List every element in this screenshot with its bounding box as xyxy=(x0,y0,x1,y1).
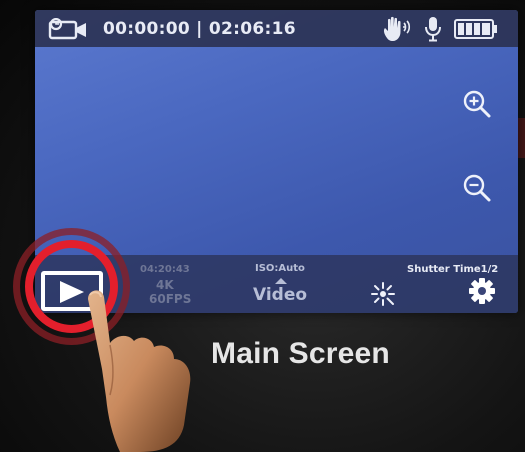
settings-gear-icon[interactable] xyxy=(468,277,496,305)
edge-accent xyxy=(517,118,525,158)
recording-time: 04:20:43 xyxy=(140,264,190,275)
microphone-icon xyxy=(425,17,441,42)
caret-up-icon xyxy=(275,278,287,284)
brightness-icon[interactable] xyxy=(370,281,396,307)
iso-label[interactable]: ISO:Auto xyxy=(255,263,305,274)
shutter-label[interactable]: Shutter Time1/2 xyxy=(407,264,498,275)
mode-label[interactable]: Video xyxy=(253,285,307,305)
video-camera-icon xyxy=(48,18,86,40)
gesture-hand-icon xyxy=(383,16,411,41)
battery-full-icon xyxy=(454,19,497,39)
zoom-in-icon[interactable] xyxy=(462,89,492,119)
pointing-finger-image xyxy=(88,290,191,452)
timecode: 00:00:00 | 02:06:16 xyxy=(103,19,296,39)
zoom-out-icon[interactable] xyxy=(462,173,492,203)
status-bar: 00:00:00 | 02:06:16 xyxy=(35,10,518,47)
caption-title: Main Screen xyxy=(211,337,390,370)
